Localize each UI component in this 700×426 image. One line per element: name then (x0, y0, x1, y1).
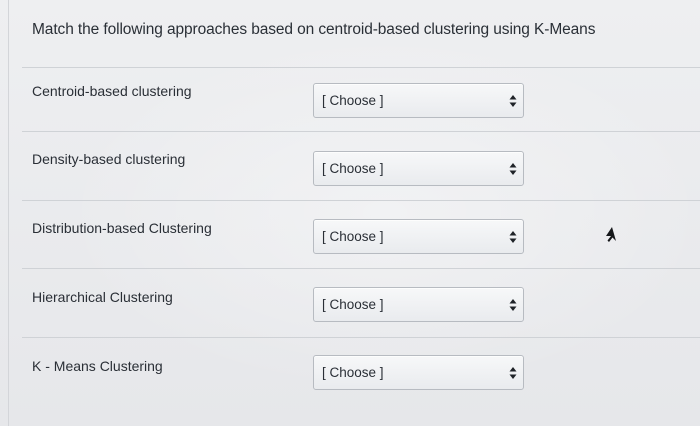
mouse-pointer-icon (606, 227, 616, 242)
divider (22, 337, 700, 338)
select-value: [ Choose ] (322, 229, 384, 244)
match-row-label-density: Density-based clustering (32, 151, 186, 167)
match-select-hierarchical[interactable]: [ Choose ] (313, 287, 524, 322)
select-value: [ Choose ] (322, 93, 384, 108)
content-left-border (8, 0, 9, 426)
up-down-arrows-icon (509, 299, 517, 311)
match-row-label-kmeans: K - Means Clustering (32, 358, 163, 374)
up-down-arrows-icon (509, 367, 517, 379)
up-down-arrows-icon (509, 231, 517, 243)
match-row-label-centroid: Centroid-based clustering (32, 83, 192, 99)
up-down-arrows-icon (509, 163, 517, 175)
quiz-page: Match the following approaches based on … (0, 0, 700, 426)
select-value: [ Choose ] (322, 297, 384, 312)
match-row-label-distribution: Distribution-based Clustering (32, 220, 212, 236)
match-select-centroid[interactable]: [ Choose ] (313, 83, 524, 118)
select-value: [ Choose ] (322, 161, 384, 176)
select-value: [ Choose ] (322, 365, 384, 380)
match-row-label-hierarchical: Hierarchical Clustering (32, 289, 173, 305)
match-select-distribution[interactable]: [ Choose ] (313, 219, 524, 254)
divider (22, 67, 700, 68)
divider (22, 131, 700, 132)
match-select-kmeans[interactable]: [ Choose ] (313, 355, 524, 390)
question-text: Match the following approaches based on … (32, 21, 596, 38)
divider (22, 200, 700, 201)
match-select-density[interactable]: [ Choose ] (313, 151, 524, 186)
up-down-arrows-icon (509, 95, 517, 107)
divider (22, 268, 700, 269)
